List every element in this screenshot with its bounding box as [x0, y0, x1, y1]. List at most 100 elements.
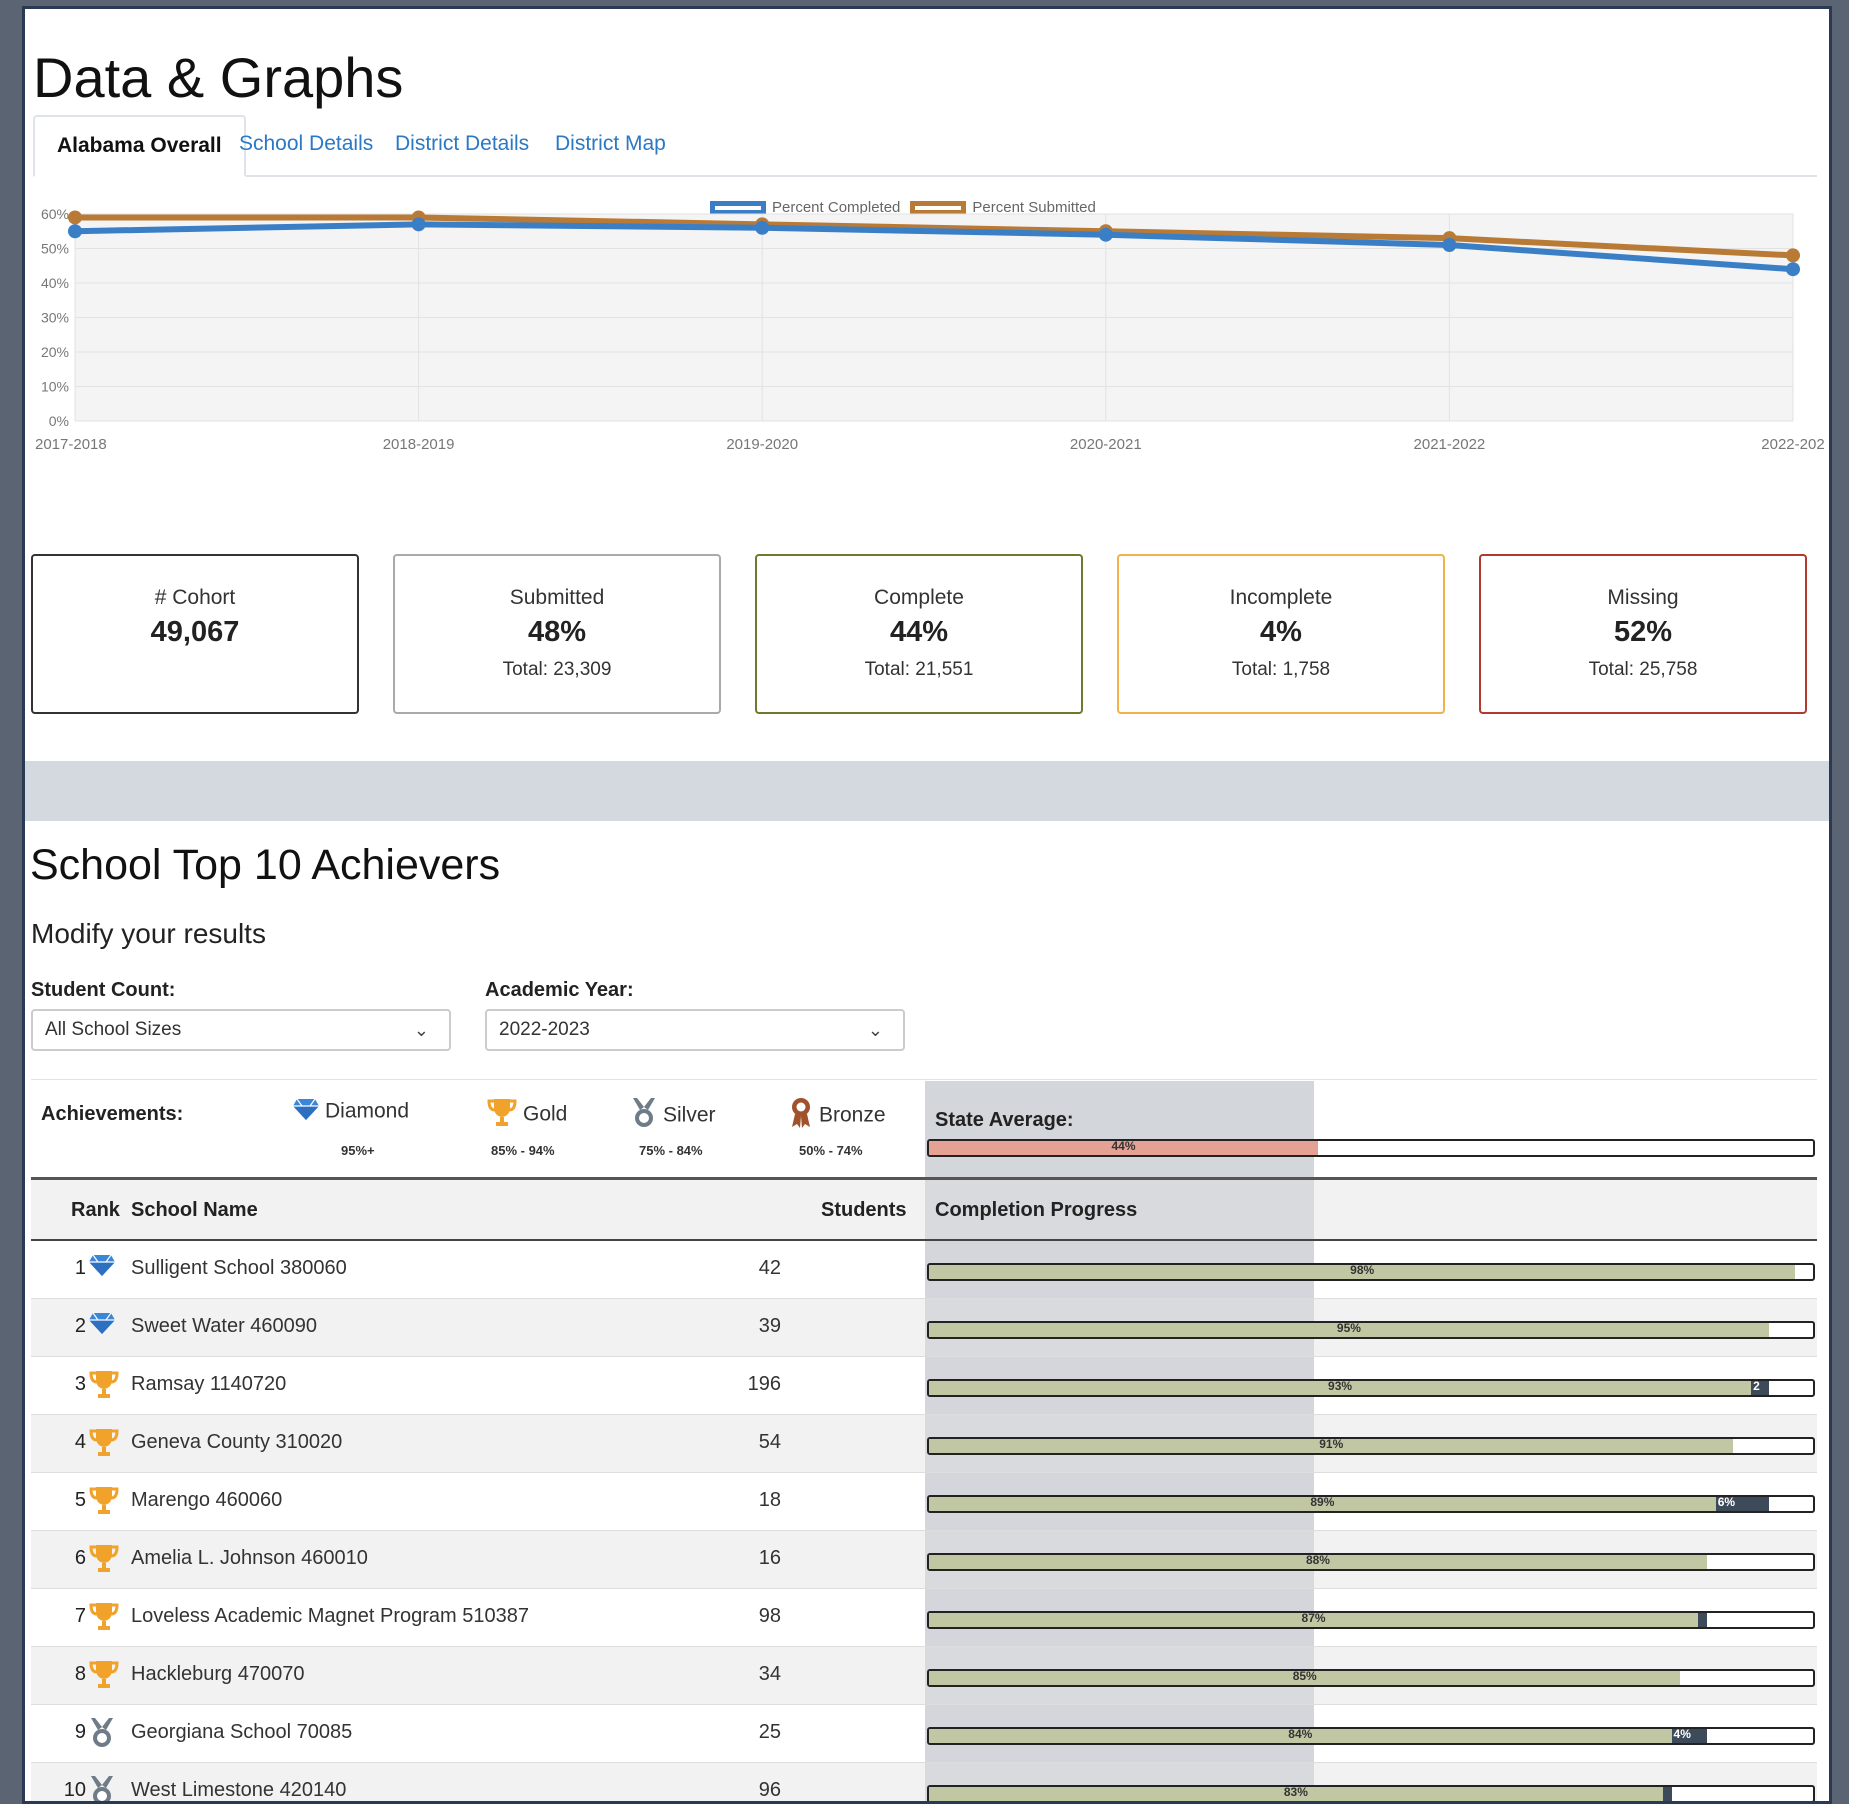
progress-complete-text: 98%: [1350, 1263, 1375, 1277]
stat-label: Submitted: [509, 586, 605, 609]
chevron-down-icon: ⌄: [867, 1020, 883, 1040]
x-tick-label: 2021-2022: [1414, 436, 1486, 453]
table-row[interactable]: 4 Geneva County 310020 54 91%: [31, 1415, 1817, 1473]
achievement-range-silver: 75% - 84%: [639, 1143, 703, 1158]
row-rank: 3: [74, 1373, 86, 1395]
progress-incomplete-fill: [1662, 1787, 1672, 1801]
row-school-name[interactable]: Georgiana School 70085: [131, 1721, 352, 1744]
progress-complete-text: 91%: [1319, 1437, 1344, 1451]
trophy-icon: [89, 1369, 119, 1399]
row-rank: 10: [63, 1779, 86, 1801]
table-row[interactable]: 1 Sulligent School 380060 42 98%: [31, 1241, 1817, 1299]
stat-label: Incomplete: [1229, 586, 1333, 609]
tab-school-details[interactable]: School Details: [217, 115, 395, 175]
stat-total: Total: 21,551: [864, 659, 974, 680]
series-point: [755, 220, 770, 235]
diamond-icon: [89, 1311, 117, 1341]
row-students: 34: [758, 1663, 781, 1685]
progress-complete-text: 88%: [1305, 1553, 1330, 1567]
table-row[interactable]: 8 Hackleburg 470070 34 85%: [31, 1647, 1817, 1705]
achievement-range-diamond: 95%+: [341, 1143, 375, 1158]
row-students: 96: [758, 1779, 781, 1801]
stats-row: # Cohort 49,067 Submitted 48% Total: 23,…: [31, 554, 1821, 716]
row-school-name[interactable]: Geneva County 310020: [131, 1431, 342, 1454]
stat-card-incomplete: Incomplete 4% Total: 1,758: [1117, 554, 1445, 714]
progress-incomplete-text: 6%: [1717, 1495, 1736, 1509]
section-title: School Top 10 Achievers: [30, 841, 501, 889]
overview-card: Data & Graphs Alabama Overall School Det…: [25, 9, 1829, 759]
row-students: 54: [758, 1431, 781, 1453]
stat-total: Total: 23,309: [502, 659, 612, 680]
tab-bar: Alabama Overall School Details District …: [33, 115, 1817, 177]
stat-card-submitted: Submitted 48% Total: 23,309: [393, 554, 721, 714]
row-rank: 4: [74, 1431, 86, 1453]
ribbon-icon: [789, 1097, 813, 1135]
row-school-name[interactable]: Ramsay 1140720: [131, 1373, 286, 1396]
y-tick-label: 0%: [49, 413, 69, 429]
progress-complete-text: 95%: [1336, 1321, 1361, 1335]
progress-complete-text: 93%: [1328, 1379, 1353, 1393]
student-count-label: Student Count:: [31, 979, 176, 1001]
stat-value: 48%: [527, 616, 587, 648]
col-school-name[interactable]: School Name: [131, 1199, 258, 1222]
trophy-icon: [89, 1485, 119, 1515]
row-students: 18: [758, 1489, 781, 1511]
academic-year-value: 2022-2023: [499, 1019, 590, 1040]
col-completion-progress[interactable]: Completion Progress: [935, 1199, 1137, 1222]
row-students: 42: [758, 1257, 781, 1279]
tab-district-map[interactable]: District Map: [533, 115, 688, 175]
trophy-icon: [89, 1659, 119, 1689]
y-tick-label: 10%: [41, 379, 69, 395]
x-tick-label: 2020-2021: [1070, 436, 1142, 453]
progress-incomplete-fill: [1698, 1613, 1707, 1627]
medal-icon: [89, 1775, 117, 1801]
row-students: 39: [758, 1315, 781, 1337]
row-school-name[interactable]: Loveless Academic Magnet Program 510387: [131, 1605, 529, 1628]
stat-total: Total: 25,758: [1588, 659, 1698, 680]
table-row[interactable]: 2 Sweet Water 460090 39 95%: [31, 1299, 1817, 1357]
x-tick-label: 2019-2020: [726, 436, 798, 453]
diamond-icon: [89, 1253, 117, 1283]
stat-value: 44%: [889, 616, 949, 648]
stat-total: Total: 1,758: [1231, 659, 1331, 680]
diamond-icon: [293, 1097, 319, 1127]
progress-complete-text: 89%: [1310, 1495, 1335, 1509]
progress-bar: 98%: [927, 1263, 1815, 1281]
stat-value: 4%: [1260, 616, 1302, 648]
progress-incomplete-text: 2: [1753, 1379, 1760, 1393]
table-row[interactable]: 9 Georgiana School 70085 25 84% 4%: [31, 1705, 1817, 1763]
progress-bar: 89% 6%: [927, 1495, 1815, 1513]
col-students[interactable]: Students: [821, 1199, 907, 1222]
stat-label: # Cohort: [154, 586, 236, 609]
trophy-icon: [89, 1601, 119, 1631]
progress-bar: 87%: [927, 1611, 1815, 1629]
table-row[interactable]: 10 West Limestone 420140 96 83%: [31, 1763, 1817, 1801]
app-window: Data & Graphs Alabama Overall School Det…: [22, 6, 1832, 1804]
table-row[interactable]: 3 Ramsay 1140720 196 93% 2: [31, 1357, 1817, 1415]
table-row[interactable]: 7 Loveless Academic Magnet Program 510387…: [31, 1589, 1817, 1647]
row-school-name[interactable]: Marengo 460060: [131, 1489, 282, 1512]
medal-icon: [89, 1717, 117, 1747]
stat-label: Complete: [874, 586, 964, 609]
trophy-icon: [487, 1097, 517, 1133]
progress-incomplete-text: 4%: [1673, 1727, 1691, 1741]
tab-district-details[interactable]: District Details: [373, 115, 551, 175]
achievement-gold: Gold: [487, 1097, 567, 1133]
achievements-label: Achievements:: [41, 1103, 184, 1125]
academic-year-select[interactable]: 2022-2023 ⌄: [485, 1009, 905, 1051]
row-school-name[interactable]: West Limestone 420140: [131, 1779, 346, 1801]
state-average-bar: 44%: [927, 1139, 1815, 1157]
row-school-name[interactable]: Sweet Water 460090: [131, 1315, 317, 1338]
row-school-name[interactable]: Sulligent School 380060: [131, 1257, 347, 1280]
row-school-name[interactable]: Amelia L. Johnson 460010: [131, 1547, 368, 1570]
student-count-select[interactable]: All School Sizes ⌄: [31, 1009, 451, 1051]
tab-alabama-overall[interactable]: Alabama Overall: [33, 115, 246, 177]
table-row[interactable]: 5 Marengo 460060 18 89% 6%: [31, 1473, 1817, 1531]
row-school-name[interactable]: Hackleburg 470070: [131, 1663, 304, 1686]
table-row[interactable]: 6 Amelia L. Johnson 460010 16 88%: [31, 1531, 1817, 1589]
achievement-diamond: Diamond: [293, 1097, 409, 1127]
progress-bar: 91%: [927, 1437, 1815, 1455]
progress-bar: 93% 2: [927, 1379, 1815, 1397]
col-rank[interactable]: Rank: [71, 1199, 120, 1222]
chevron-down-icon: ⌄: [413, 1020, 429, 1040]
